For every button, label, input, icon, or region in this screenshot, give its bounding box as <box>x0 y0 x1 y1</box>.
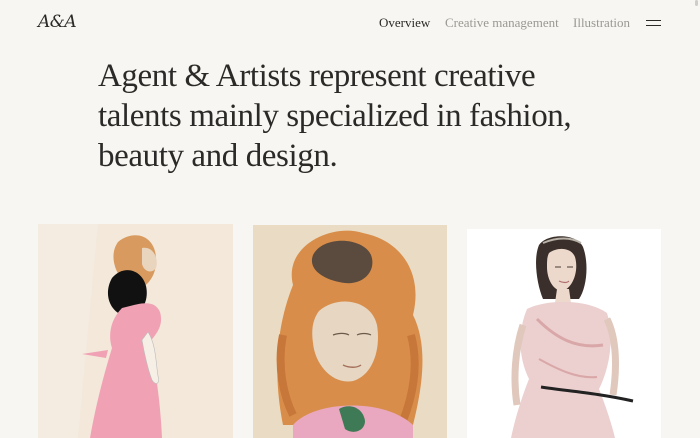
curly-hair-portrait-illustration <box>253 225 447 438</box>
menu-line <box>646 25 661 27</box>
hero-headline: Agent & Artists represent creative talen… <box>98 58 572 174</box>
hamburger-menu-icon[interactable] <box>646 19 661 28</box>
scrollbar-thumb[interactable] <box>695 0 698 6</box>
pink-dress-illustration <box>38 224 233 438</box>
gallery-card-draped-gown[interactable] <box>467 229 661 438</box>
main-nav: Overview Creative management Illustratio… <box>0 15 700 33</box>
gallery-card-curly-hair-portrait[interactable] <box>253 225 447 438</box>
gallery-card-pink-dress[interactable] <box>38 224 233 438</box>
nav-overview[interactable]: Overview <box>379 15 430 31</box>
nav-creative-management[interactable]: Creative management <box>445 15 559 31</box>
nav-illustration[interactable]: Illustration <box>573 15 630 31</box>
draped-gown-illustration <box>467 229 661 438</box>
menu-line <box>646 20 661 22</box>
